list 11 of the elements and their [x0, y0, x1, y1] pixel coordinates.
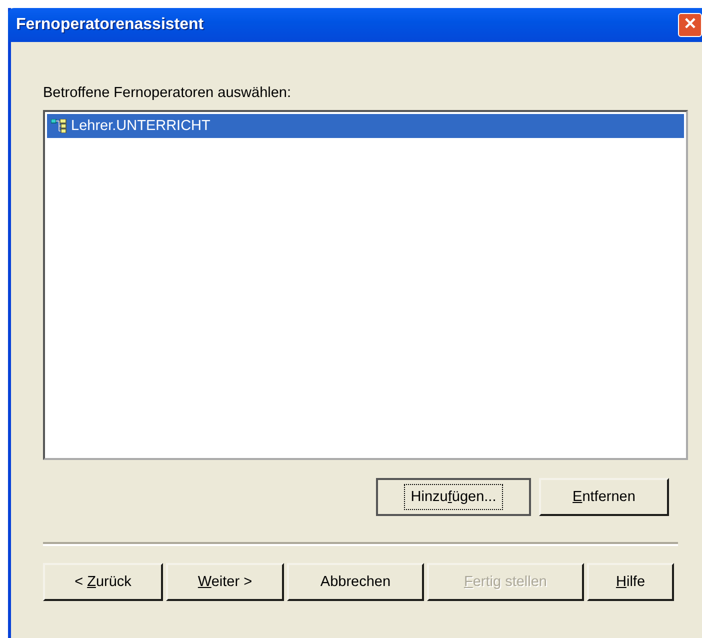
- back-button[interactable]: < Zurück: [43, 563, 163, 601]
- tree-icon: [51, 119, 67, 133]
- window-title: Fernoperatorenassistent: [16, 16, 204, 34]
- list-label: Betroffene Fernoperatoren auswählen:: [43, 85, 292, 101]
- add-button[interactable]: Hinzufügen...: [376, 478, 531, 516]
- close-button[interactable]: ✕: [678, 13, 702, 37]
- list-item[interactable]: Lehrer.UNTERRICHT: [47, 114, 684, 138]
- cancel-button[interactable]: Abbrechen: [287, 563, 424, 601]
- next-button[interactable]: Weiter >: [166, 563, 284, 601]
- remove-button[interactable]: Entfernen: [539, 478, 669, 516]
- help-button[interactable]: Hilfe: [587, 563, 674, 601]
